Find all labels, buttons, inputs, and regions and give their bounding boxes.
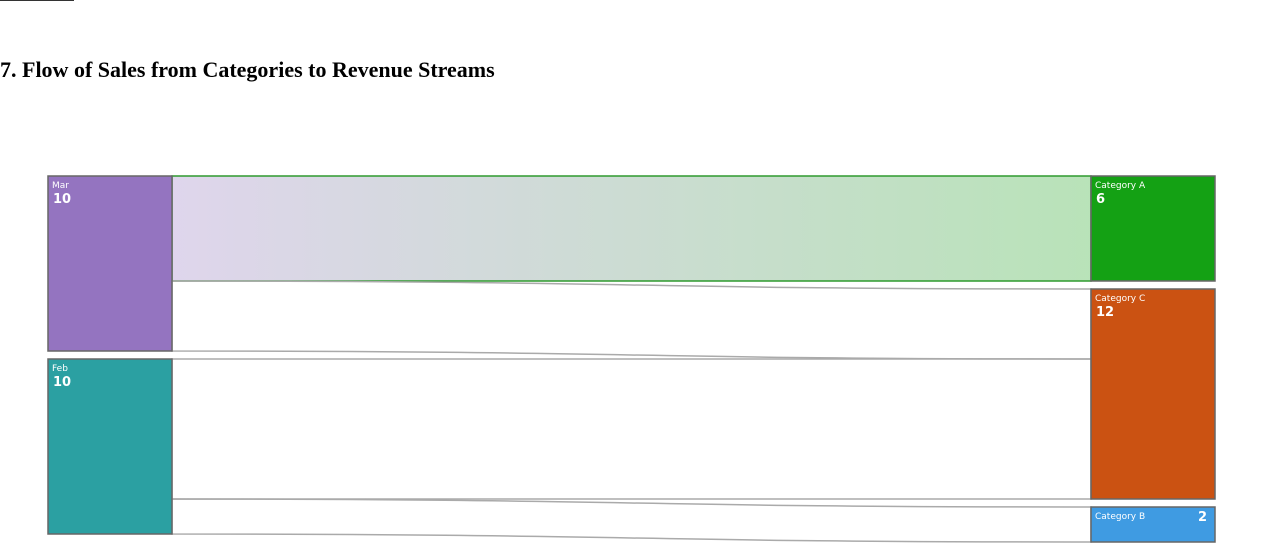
node-category-c: Category C12 (1090, 288, 1216, 500)
node-mar-value: 10 (53, 192, 71, 207)
node-category-a-value: 6 (1096, 192, 1105, 207)
node-feb: Feb10 (47, 358, 173, 535)
link-mar-to-category-a (171, 175, 1092, 282)
links-layer (171, 175, 1092, 543)
link-feb-to-category-b (171, 498, 1092, 543)
node-category-a-label: Category A (1095, 181, 1146, 191)
node-category-a: Category A6 (1090, 175, 1216, 282)
node-feb-value: 10 (53, 375, 71, 390)
link-mar-to-category-c (171, 280, 1092, 360)
node-category-c-value: 12 (1096, 305, 1114, 320)
link-feb-to-category-c (171, 358, 1092, 500)
sankey-chart: Mar10Feb10Category A6Category C12Categor… (47, 175, 1216, 543)
node-category-b: Category B 2 (1090, 506, 1216, 543)
node-category-b-label: Category B (1095, 512, 1145, 522)
node-feb-label: Feb (52, 364, 68, 374)
node-category-c-label: Category C (1095, 294, 1145, 304)
node-category-a-bar (1090, 175, 1216, 282)
node-category-b-value: 2 (1198, 510, 1207, 525)
node-mar-label: Mar (52, 181, 69, 191)
node-category-c-bar (1090, 288, 1216, 500)
node-mar: Mar10 (47, 175, 173, 352)
